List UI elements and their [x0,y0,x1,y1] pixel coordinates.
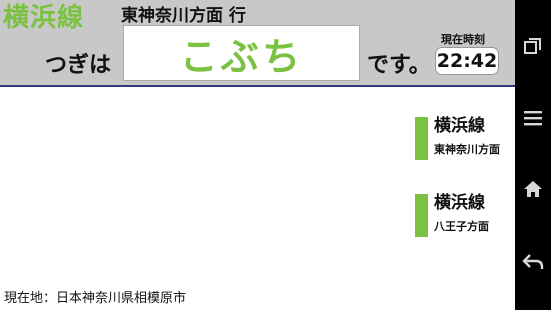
home-button[interactable] [515,171,551,207]
next-label: つぎは [45,53,112,78]
header-panel: 横浜線 東神奈川方面 行 つぎは こぶち です。 現在時刻 22:42 [0,0,515,85]
system-navbar [515,0,551,310]
route-direction: 東神奈川方面 [434,143,500,156]
desu-label: です。 [367,53,431,78]
route-line-name: 横浜線 [434,116,485,136]
route-item-hachioji[interactable]: 横浜線 八王子方面 [415,193,515,237]
route-color-bar [415,194,428,237]
next-station-name: こぶち [179,34,304,79]
back-icon [522,254,544,269]
line-name: 横浜線 [3,3,85,33]
home-icon [524,181,542,197]
header-divider [0,85,515,87]
app-screen: 横浜線 東神奈川方面 行 つぎは こぶち です。 現在時刻 22:42 横浜線 … [0,0,515,310]
recent-apps-button[interactable] [515,28,551,64]
next-station-box: こぶち [123,25,360,81]
direction-label: 東神奈川方面 行 [121,6,246,26]
menu-button[interactable] [515,100,551,136]
current-time-label: 現在時刻 [441,33,485,46]
current-location: 現在地：日本神奈川県相模原市 [4,291,187,306]
current-time: 22:42 [435,47,499,75]
route-item-higashikanagawa[interactable]: 横浜線 東神奈川方面 [415,116,515,160]
recent-apps-icon [524,38,541,54]
route-line-name: 横浜線 [434,193,485,213]
route-color-bar [415,117,428,160]
back-button[interactable] [515,244,551,280]
route-direction: 八王子方面 [434,220,489,233]
menu-icon [524,111,542,126]
